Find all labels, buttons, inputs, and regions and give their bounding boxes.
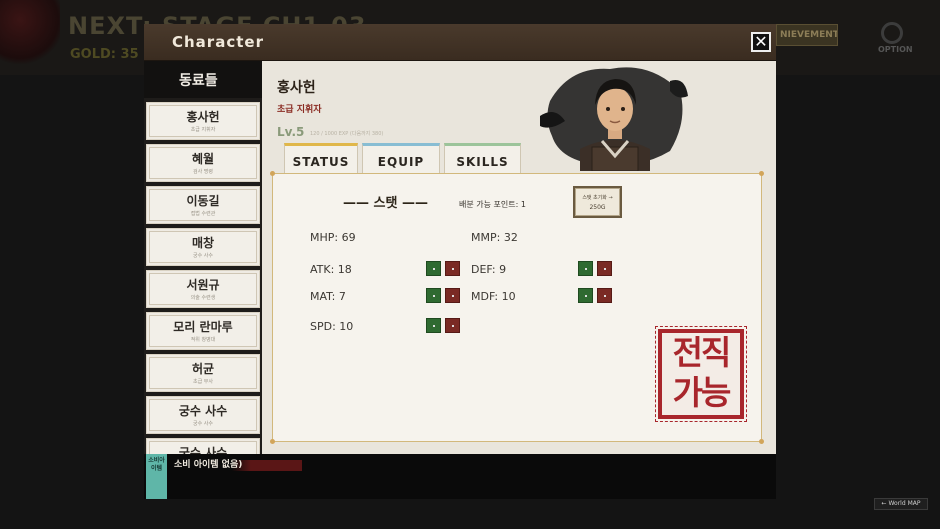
stat-mhp: MHP: 69 bbox=[310, 231, 356, 244]
character-name: 홍사헌 bbox=[277, 80, 316, 96]
companion-class: 초급 지휘자 bbox=[190, 127, 216, 133]
companion-name: 궁수 사수 bbox=[178, 404, 228, 418]
stat-atk: ATK: 18 bbox=[310, 263, 352, 276]
companion-item-8[interactable]: 궁수 사수 궁수 사수 bbox=[146, 396, 260, 434]
stat-def: DEF: 9 bbox=[471, 263, 507, 276]
reset-button-label: 스탯 초기화 → bbox=[582, 195, 613, 201]
spd-minus-button[interactable] bbox=[445, 318, 460, 333]
consumable-tag[interactable]: 소비아이템 bbox=[146, 454, 167, 499]
panel-corner bbox=[270, 439, 275, 444]
companion-item-9[interactable]: 궁수 사수 bbox=[146, 438, 260, 454]
tab-status[interactable]: STATUS bbox=[284, 143, 358, 174]
character-level: Lv.5 bbox=[277, 125, 305, 139]
stamp-line-1: 전직 bbox=[672, 333, 732, 372]
spd-plus-button[interactable] bbox=[426, 318, 441, 333]
stat-points-label: 배분 가능 포인트: 1 bbox=[459, 200, 526, 209]
companion-name: 서원규 bbox=[186, 278, 220, 292]
companion-class: 접법 수련관 bbox=[190, 211, 216, 217]
tab-equip[interactable]: EQUIP bbox=[362, 143, 440, 174]
consumable-text: 소비 아이템 없음) bbox=[174, 460, 302, 471]
atk-minus-button[interactable] bbox=[445, 261, 460, 276]
companion-name: 매창 bbox=[191, 236, 215, 250]
panel-corner bbox=[759, 439, 764, 444]
stat-mdf: MDF: 10 bbox=[471, 290, 516, 303]
character-detail: 홍사헌 초급 지휘자 Lv.5 120 / 1000 EXP (다음까지 380… bbox=[262, 61, 776, 454]
panel-corner bbox=[759, 171, 764, 176]
companion-class: 검사 명령 bbox=[193, 169, 213, 175]
companion-item-4[interactable]: 매창 궁수 사수 bbox=[146, 228, 260, 266]
mat-minus-button[interactable] bbox=[445, 288, 460, 303]
stamp-line-2: 가능 bbox=[672, 373, 732, 412]
panel-corner bbox=[270, 171, 275, 176]
stat-mat: MAT: 7 bbox=[310, 290, 346, 303]
companion-name: 모리 란마루 bbox=[173, 320, 233, 334]
window-titlebar: Character ✕ bbox=[144, 24, 776, 61]
mat-plus-button[interactable] bbox=[426, 288, 441, 303]
def-plus-button[interactable] bbox=[578, 261, 593, 276]
close-button[interactable]: ✕ bbox=[751, 32, 771, 52]
companion-name: 허균 bbox=[191, 362, 215, 376]
companion-name: 궁수 사수 bbox=[178, 446, 228, 454]
companion-item-5[interactable]: 서원규 의술 수련생 bbox=[146, 270, 260, 308]
def-minus-button[interactable] bbox=[597, 261, 612, 276]
stat-mmp: MMP: 32 bbox=[471, 231, 518, 244]
mdf-minus-button[interactable] bbox=[597, 288, 612, 303]
stat-spd: SPD: 10 bbox=[310, 320, 354, 333]
sidebar-header: 동료들 bbox=[144, 61, 262, 98]
window-title: Character bbox=[172, 33, 264, 51]
gear-icon[interactable] bbox=[881, 22, 903, 44]
companion-item-1[interactable]: 홍사헌 초급 지휘자 bbox=[146, 102, 260, 140]
tab-skills[interactable]: SKILLS bbox=[444, 143, 521, 174]
world-map-button[interactable]: ← World MAP bbox=[874, 498, 928, 510]
companion-class: 의술 수련생 bbox=[190, 295, 216, 301]
companion-name: 이동길 bbox=[186, 194, 220, 208]
companion-class: 궁수 사수 bbox=[193, 253, 213, 259]
character-portrait bbox=[540, 61, 690, 171]
reset-button-cost: 250G bbox=[589, 204, 606, 211]
mdf-plus-button[interactable] bbox=[578, 288, 593, 303]
companion-name: 홍사헌 bbox=[186, 110, 220, 124]
companion-item-6[interactable]: 모리 란마루 적위 창병대 bbox=[146, 312, 260, 350]
character-exp: 120 / 1000 EXP (다음까지 380) bbox=[310, 131, 384, 137]
game-logo bbox=[0, 0, 60, 70]
stat-reset-button[interactable]: 스탯 초기화 → 250G bbox=[573, 186, 622, 218]
consumable-bar: 소비아이템 소비 아이템 없음) bbox=[144, 454, 776, 499]
companion-item-2[interactable]: 혜월 검사 명령 bbox=[146, 144, 260, 182]
companion-class: 초급 무사 bbox=[193, 379, 213, 385]
companion-name: 혜월 bbox=[191, 152, 215, 166]
option-label[interactable]: OPTION bbox=[878, 45, 913, 54]
character-window: Character ✕ 동료들 홍사헌 초급 지휘자 혜월 검사 명령 이동길 … bbox=[144, 24, 776, 454]
companion-item-3[interactable]: 이동길 접법 수련관 bbox=[146, 186, 260, 224]
companion-class: 적위 창병대 bbox=[190, 337, 216, 343]
companion-class: 궁수 사수 bbox=[193, 421, 213, 427]
class-change-stamp[interactable]: 전직 가능 bbox=[655, 326, 747, 422]
companion-sidebar: 동료들 홍사헌 초급 지휘자 혜월 검사 명령 이동길 접법 수련관 매창 궁수… bbox=[144, 61, 262, 454]
status-panel: —— 스탯 —— 배분 가능 포인트: 1 스탯 초기화 → 250G MHP:… bbox=[270, 171, 764, 444]
atk-plus-button[interactable] bbox=[426, 261, 441, 276]
character-class: 초급 지휘자 bbox=[277, 105, 322, 115]
stats-heading: —— 스탯 —— bbox=[343, 196, 428, 211]
companion-item-7[interactable]: 허균 초급 무사 bbox=[146, 354, 260, 392]
achievement-button[interactable]: NIEVEMENT bbox=[776, 24, 838, 46]
gold-indicator: GOLD: 35 bbox=[70, 47, 139, 62]
